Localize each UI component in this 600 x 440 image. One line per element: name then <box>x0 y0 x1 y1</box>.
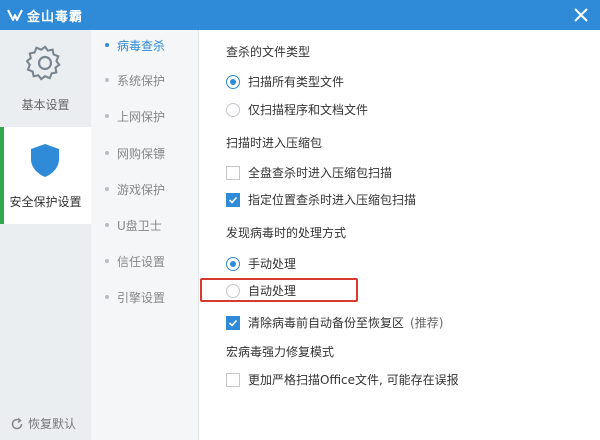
radio-auto-handle[interactable]: 自动处理 <box>226 282 296 299</box>
category-label: 安全保护设置 <box>9 195 82 209</box>
subnav-label: 系统保护 <box>117 73 166 88</box>
app-logo-icon <box>7 7 23 23</box>
checkbox-custom-scan-archives[interactable]: 指定位置查杀时进入压缩包扫描 <box>226 191 416 208</box>
checkbox-unchecked-icon[interactable] <box>226 165 240 180</box>
bullet-icon <box>105 151 109 155</box>
subnav-label: 病毒查杀 <box>117 38 166 53</box>
radio-unselected-icon[interactable] <box>226 102 240 117</box>
bullet-icon <box>105 259 109 263</box>
option-label: 自动处理 <box>248 284 297 298</box>
subnav-virus-scan[interactable]: 病毒查杀 <box>105 37 165 53</box>
subnav-usb-guard[interactable]: U盘卫士 <box>105 217 162 233</box>
section-heading-macro: 宏病毒强力修复模式 <box>226 345 335 359</box>
checkbox-checked-icon[interactable] <box>226 315 240 330</box>
option-label: 指定位置查杀时进入压缩包扫描 <box>248 193 417 207</box>
subnav-web-protection[interactable]: 上网保护 <box>105 108 165 124</box>
category-basic-settings[interactable]: 基本设置 <box>0 30 91 127</box>
option-label: 更加严格扫描Office文件, 可能存在误报 <box>248 373 459 387</box>
subnav-label: U盘卫士 <box>117 218 162 233</box>
restore-default-button[interactable]: 恢复默认 <box>10 415 76 432</box>
bullet-icon <box>105 223 109 227</box>
subnav-system-protection[interactable]: 系统保护 <box>105 72 165 88</box>
checkbox-unchecked-icon[interactable] <box>226 372 240 387</box>
subnav-label: 网购保镖 <box>117 146 166 161</box>
option-label: 仅扫描程序和文档文件 <box>248 103 369 117</box>
radio-unselected-icon[interactable] <box>226 283 240 298</box>
title-bar: 金山毒霸 <box>0 0 600 30</box>
subnav-trust-settings[interactable]: 信任设置 <box>105 253 165 269</box>
category-sidebar: 基本设置 安全保护设置 恢复默认 <box>0 30 91 440</box>
subnav-label: 游戏保护 <box>117 182 166 197</box>
window-title: 金山毒霸 <box>27 9 84 25</box>
section-heading-archives: 扫描时进入压缩包 <box>226 136 323 150</box>
close-icon[interactable] <box>572 6 590 24</box>
bullet-icon <box>105 78 109 82</box>
bullet-icon <box>105 114 109 118</box>
subnav-label: 引擎设置 <box>117 290 166 305</box>
subnav-engine-settings[interactable]: 引擎设置 <box>105 289 165 305</box>
restore-default-label: 恢复默认 <box>28 417 77 431</box>
subnav-label: 上网保护 <box>117 109 166 124</box>
checkbox-strict-office-scan[interactable]: 更加严格扫描Office文件, 可能存在误报 <box>226 371 459 388</box>
option-label: 全盘查杀时进入压缩包扫描 <box>248 166 393 180</box>
checkbox-backup-before-clean[interactable]: 清除病毒前自动备份至恢复区 (推荐) <box>226 314 443 331</box>
subnav-label: 信任设置 <box>117 254 166 269</box>
section-heading-on-virus: 发现病毒时的处理方式 <box>226 226 347 240</box>
option-label: 清除病毒前自动备份至恢复区 <box>248 316 405 330</box>
subnav-shopping-guard[interactable]: 网购保镖 <box>105 145 165 161</box>
radio-scan-programs-docs[interactable]: 仅扫描程序和文档文件 <box>226 101 368 118</box>
shield-icon <box>26 141 64 179</box>
checkbox-checked-icon[interactable] <box>226 192 240 207</box>
radio-selected-icon[interactable] <box>226 256 240 271</box>
refresh-icon <box>11 417 23 429</box>
settings-panel: 查杀的文件类型 扫描所有类型文件 仅扫描程序和文档文件 扫描时进入压缩包 全盘查… <box>200 30 600 440</box>
bullet-icon <box>105 187 109 191</box>
section-heading-file-types: 查杀的文件类型 <box>226 45 311 59</box>
sub-navigation: 病毒查杀 系统保护 上网保护 网购保镖 游戏保护 U盘卫士 信任设置 引擎设置 <box>91 30 199 440</box>
bullet-icon <box>105 43 109 47</box>
option-label: 扫描所有类型文件 <box>248 75 345 89</box>
radio-scan-all-files[interactable]: 扫描所有类型文件 <box>226 73 344 90</box>
category-label: 基本设置 <box>21 98 70 112</box>
bullet-icon <box>105 295 109 299</box>
radio-manual-handle[interactable]: 手动处理 <box>226 255 296 272</box>
option-label: 手动处理 <box>248 257 297 271</box>
subnav-game-protection[interactable]: 游戏保护 <box>105 181 165 197</box>
recommended-note: (推荐) <box>410 316 444 330</box>
category-security-settings[interactable]: 安全保护设置 <box>0 127 91 224</box>
checkbox-full-scan-archives[interactable]: 全盘查杀时进入压缩包扫描 <box>226 164 392 181</box>
radio-selected-icon[interactable] <box>226 74 240 89</box>
gear-icon <box>25 44 64 82</box>
